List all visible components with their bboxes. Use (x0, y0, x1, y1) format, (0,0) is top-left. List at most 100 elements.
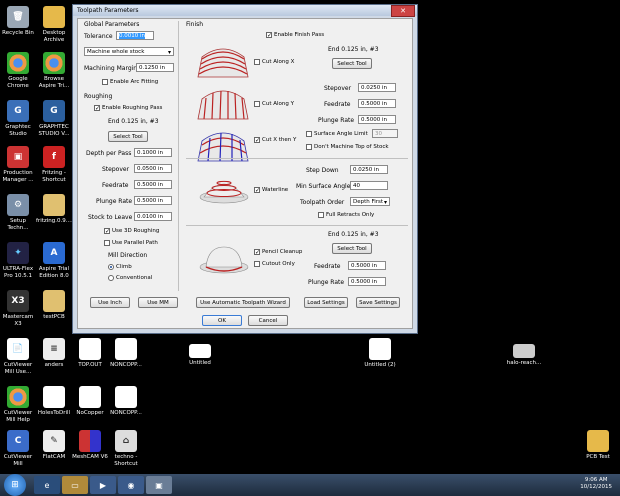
cut-x-then-y-radio[interactable]: ✓ Cut X then Y (254, 137, 296, 144)
desktop-icon-untitled-2[interactable]: Untitled (2) (362, 338, 398, 369)
surface-angle-input[interactable]: 30 (372, 129, 398, 138)
desktop-icon-techno[interactable]: ⌂ techno - Shortcut (108, 430, 144, 467)
desktop-icon-ultraflex[interactable]: ✦ ULTRA-Flex Pro 10.5.1 (0, 242, 36, 279)
auto-toolpath-wizard-button[interactable]: Use Automatic Toolpath Wizard (196, 297, 290, 308)
waterline-separator (186, 225, 408, 226)
radio-dot (108, 275, 114, 281)
stock-to-leave-label: Stock to Leave (88, 214, 133, 221)
use-parallel-path-checkbox[interactable]: Use Parallel Path (104, 240, 158, 246)
desktop-icon-fritzing[interactable]: fritzing.0.9.... (36, 194, 73, 225)
machining-margin-input[interactable]: 0.1250 in (136, 63, 174, 72)
column-divider (178, 21, 179, 291)
stock-to-leave-input[interactable]: 0.0100 in (134, 212, 172, 221)
graphtec-icon: G (43, 100, 65, 122)
roughing-feedrate-label: Feedrate (102, 182, 129, 189)
dont-machine-top-checkbox[interactable]: Don't Machine Top of Stock (306, 144, 389, 150)
roughing-stepover-input[interactable]: 0.0500 in (134, 164, 172, 173)
enable-roughing-checkbox[interactable]: ✓ Enable Roughing Pass (94, 105, 162, 112)
full-retracts-checkbox[interactable]: Full Retracts Only (318, 212, 374, 218)
pencil-plunge-input[interactable]: 0.5000 in (348, 277, 386, 286)
load-settings-button[interactable]: Load Settings (304, 297, 348, 308)
finish-plunge-input[interactable]: 0.5000 in (358, 115, 396, 124)
desktop-icon-anders[interactable]: ≡ anders (36, 338, 72, 369)
use-mm-button[interactable]: Use MM (138, 297, 178, 308)
desktop-icon-holes[interactable]: HolesToDrill (36, 386, 72, 417)
desktop-icon-halo[interactable]: halo-reach... (506, 338, 542, 367)
roughing-feedrate-input[interactable]: 0.5000 in (134, 180, 172, 189)
meshcam-taskbar-icon[interactable]: ▣ (146, 476, 172, 494)
finish-heading: Finish (186, 21, 204, 28)
stock-select[interactable]: Machine whole stock (84, 47, 174, 57)
desktop-icon-nocopper[interactable]: NoCopper (72, 386, 108, 417)
climb-radio[interactable]: Climb (108, 264, 132, 270)
desktop-icon-aspire-trial[interactable]: A Aspire Trial Edition 8.0 (36, 242, 72, 279)
setup-icon: ⚙ (7, 194, 29, 216)
ie-icon[interactable]: e (34, 476, 60, 494)
explorer-icon[interactable]: ▭ (62, 476, 88, 494)
cancel-button[interactable]: Cancel (248, 315, 288, 326)
checkbox-box (254, 261, 260, 267)
checkbox-box: ✓ (254, 187, 261, 194)
document-icon (79, 338, 101, 360)
desktop-icon-topout[interactable]: TOP.OUT (72, 338, 108, 369)
desktop-icon-setup[interactable]: ⚙ Setup Techn... (0, 194, 36, 231)
folder-icon (587, 430, 609, 452)
min-surface-angle-input[interactable]: 40 (350, 181, 388, 190)
desktop-icon-testpcb[interactable]: testPCB (36, 290, 72, 321)
desktop-icon-pcbtest[interactable]: PCB Test (580, 430, 616, 461)
cutout-only-checkbox[interactable]: Cutout Only (254, 261, 295, 267)
roughing-select-tool-button[interactable]: Select Tool (108, 131, 148, 142)
dialog-body: Global Parameters Tolerance 0.0010 in Ma… (77, 18, 413, 329)
finish-select-tool-button[interactable]: Select Tool (332, 58, 372, 69)
desktop-icon-cutviewer-help[interactable]: CutViewer Mill Help (0, 386, 36, 423)
surface-angle-limit-checkbox[interactable]: Surface Angle Limit (306, 131, 368, 137)
desktop-icon-production[interactable]: ▣ Production Manager ... (0, 146, 36, 183)
conventional-radio[interactable]: Conventional (108, 275, 152, 281)
start-button[interactable]: ⊞ (4, 474, 26, 496)
desktop-icon-archive[interactable]: Desktop Archive (36, 6, 72, 43)
desktop-icon-recycle-bin[interactable]: 🗑 Recycle Bin (0, 6, 36, 37)
use-3d-roughing-checkbox[interactable]: ✓ Use 3D Roughing (104, 228, 159, 235)
step-down-input[interactable]: 0.0250 in (350, 165, 388, 174)
desktop-icon-fritzing-shortcut[interactable]: f Fritzing - Shortcut (36, 146, 72, 183)
dialog-titlebar[interactable]: Toolpath Parameters ✕ (73, 4, 417, 17)
cut-along-y-radio[interactable]: Cut Along Y (254, 101, 294, 107)
depth-per-pass-label: Depth per Pass (86, 150, 132, 157)
desktop-icon-graphtec[interactable]: G Graphtec Studio (0, 100, 36, 137)
close-icon[interactable]: ✕ (391, 4, 415, 17)
depth-per-pass-input[interactable]: 0.1000 in (134, 148, 172, 157)
desktop-icon-flatcam[interactable]: ✎ FlatCAM (36, 430, 72, 461)
pencil-select-tool-button[interactable]: Select Tool (332, 243, 372, 254)
arc-fitting-checkbox[interactable]: Enable Arc Fitting (102, 79, 158, 85)
tolerance-input[interactable]: 0.0010 in (116, 31, 154, 40)
cut-along-x-radio[interactable]: Cut Along X (254, 59, 294, 65)
media-player-icon[interactable]: ▶ (90, 476, 116, 494)
ok-button[interactable]: OK (202, 315, 242, 326)
checkbox-box (254, 101, 260, 107)
chrome-taskbar-icon[interactable]: ◉ (118, 476, 144, 494)
roughing-plunge-input[interactable]: 0.5000 in (134, 196, 172, 205)
desktop-icon-mastercam[interactable]: X3 Mastercam X3 (0, 290, 36, 327)
desktop-icon-untitled[interactable]: Untitled (182, 338, 218, 367)
desktop-icon-cutviewer-mill[interactable]: C CutViewer Mill (0, 430, 36, 467)
desktop-icon-aspire-browse[interactable]: Browse Aspire Tri... (36, 52, 72, 89)
desktop-icon-cutviewer-use[interactable]: 📄 CutViewer Mill Use... (0, 338, 36, 375)
desktop-icon-noncopp-2[interactable]: NONCOPP... (108, 386, 144, 417)
enable-finish-checkbox[interactable]: ✓ Enable Finish Pass (266, 32, 324, 39)
use-inch-button[interactable]: Use Inch (90, 297, 130, 308)
desktop-icon-graphtec-studio[interactable]: G GRAPHTEC STUDIO V... (36, 100, 72, 137)
desktop-icon-chrome[interactable]: Google Chrome (0, 52, 36, 89)
checkbox-box: ✓ (254, 249, 261, 256)
pencil-cleanup-checkbox[interactable]: ✓ Pencil Cleanup (254, 249, 302, 256)
finish-stepover-input[interactable]: 0.0250 in (358, 83, 396, 92)
system-clock[interactable]: 9:06 AM 10/12/2015 (580, 477, 612, 491)
pencil-feedrate-label: Feedrate (314, 263, 341, 270)
waterline-checkbox[interactable]: ✓ Waterline (254, 187, 288, 194)
finish-feedrate-input[interactable]: 0.5000 in (358, 99, 396, 108)
save-settings-button[interactable]: Save Settings (356, 297, 400, 308)
pencil-feedrate-input[interactable]: 0.5000 in (348, 261, 386, 270)
document-icon (115, 386, 137, 408)
desktop-icon-meshcam[interactable]: MeshCAM V6 (72, 430, 108, 461)
desktop-icon-noncopp-1[interactable]: NONCOPP... (108, 338, 144, 369)
toolpath-order-select[interactable]: Depth First (350, 197, 390, 207)
